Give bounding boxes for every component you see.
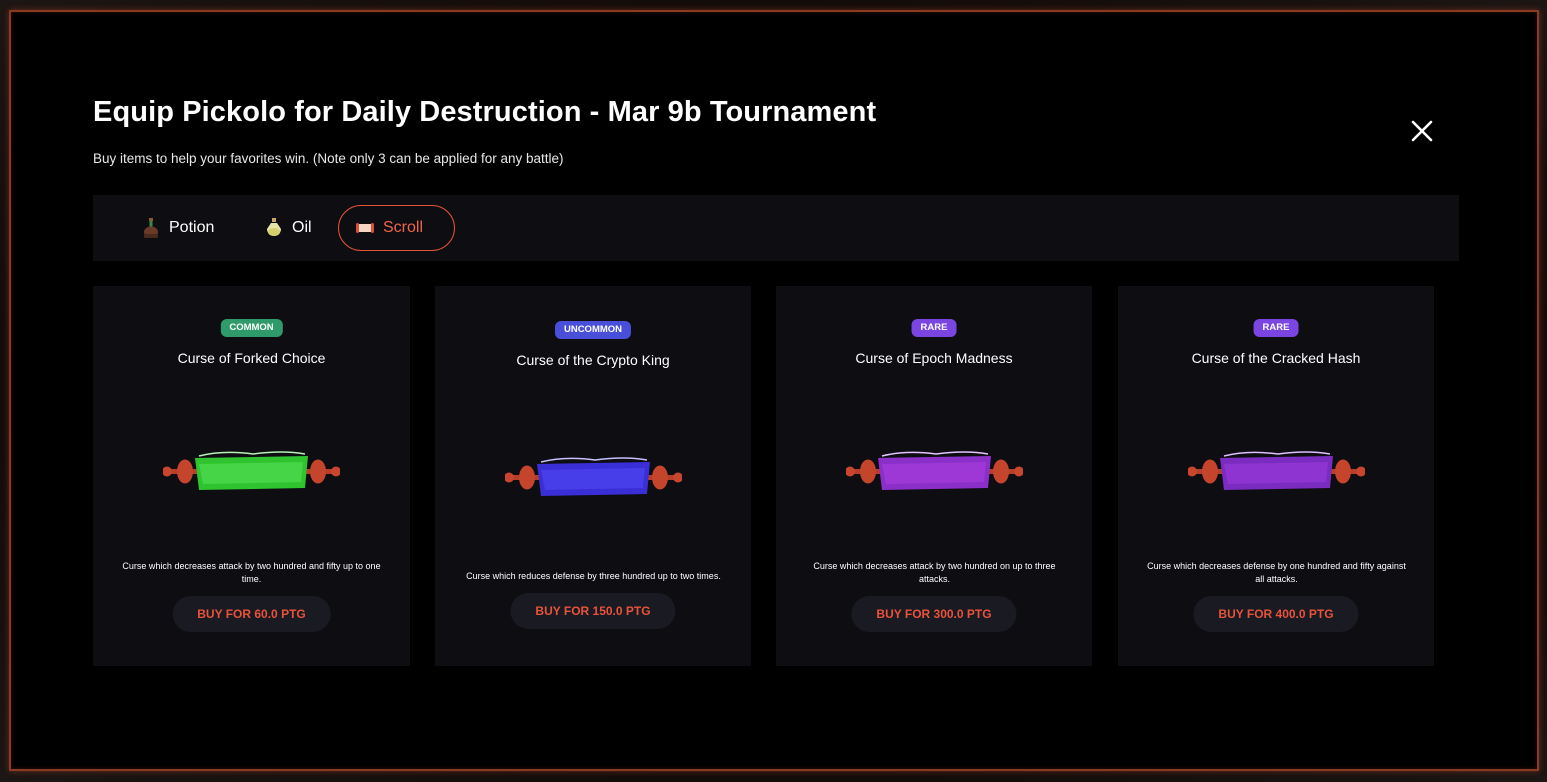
tab-label: Potion [169,219,215,236]
scroll-icon [355,217,375,239]
buy-button[interactable]: BUY FOR 400.0 PTG [1193,596,1359,632]
potion-icon [141,217,161,239]
tab-oil[interactable]: Oil [248,205,328,251]
item-name: Curse of Forked Choice [177,350,326,366]
buy-button[interactable]: BUY FOR 60.0 PTG [172,596,331,632]
rarity-badge: RARE [911,319,957,337]
tab-label: Oil [292,219,312,236]
scroll-image [1188,451,1365,490]
buy-button[interactable]: BUY FOR 150.0 PTG [510,593,676,629]
scroll-image [846,451,1023,490]
item-description: Curse which decreases attack by two hund… [122,561,381,584]
rarity-badge: COMMON [220,319,283,337]
tab-potion[interactable]: Potion [125,205,230,251]
tab-scroll[interactable]: Scroll [338,205,455,251]
modal-title: Equip Pickolo for Daily Destruction - Ma… [93,96,877,128]
equip-modal: Equip Pickolo for Daily Destruction - Ma… [9,10,1539,771]
item-card: COMMON Curse of Forked Choice Curse whic… [93,286,410,666]
item-card: RARE Curse of the Cracked Hash Curse whi… [1118,286,1434,666]
item-name: Curse of the Cracked Hash [1191,350,1361,366]
rarity-badge: RARE [1253,319,1299,337]
close-button[interactable] [1409,118,1435,144]
scroll-image [163,451,340,490]
scroll-image [505,457,682,496]
item-description: Curse which decreases defense by one hun… [1147,561,1406,584]
item-card: RARE Curse of Epoch Madness Curse which … [776,286,1092,666]
modal-subtitle: Buy items to help your favorites win. (N… [93,151,564,166]
oil-icon [264,217,284,239]
buy-button[interactable]: BUY FOR 300.0 PTG [851,596,1017,632]
item-description: Curse which decreases attack by two hund… [813,561,1056,584]
item-name: Curse of Epoch Madness [855,350,1013,366]
rarity-badge: UNCOMMON [554,321,632,339]
item-card: UNCOMMON Curse of the Crypto King Curse … [435,286,751,666]
item-description: Curse which reduces defense by three hun… [466,571,721,581]
item-name: Curse of the Crypto King [516,352,670,368]
tab-label: Scroll [383,219,424,236]
item-type-tabs: Potion Oil Scroll [93,195,1459,261]
close-icon [1411,120,1433,142]
